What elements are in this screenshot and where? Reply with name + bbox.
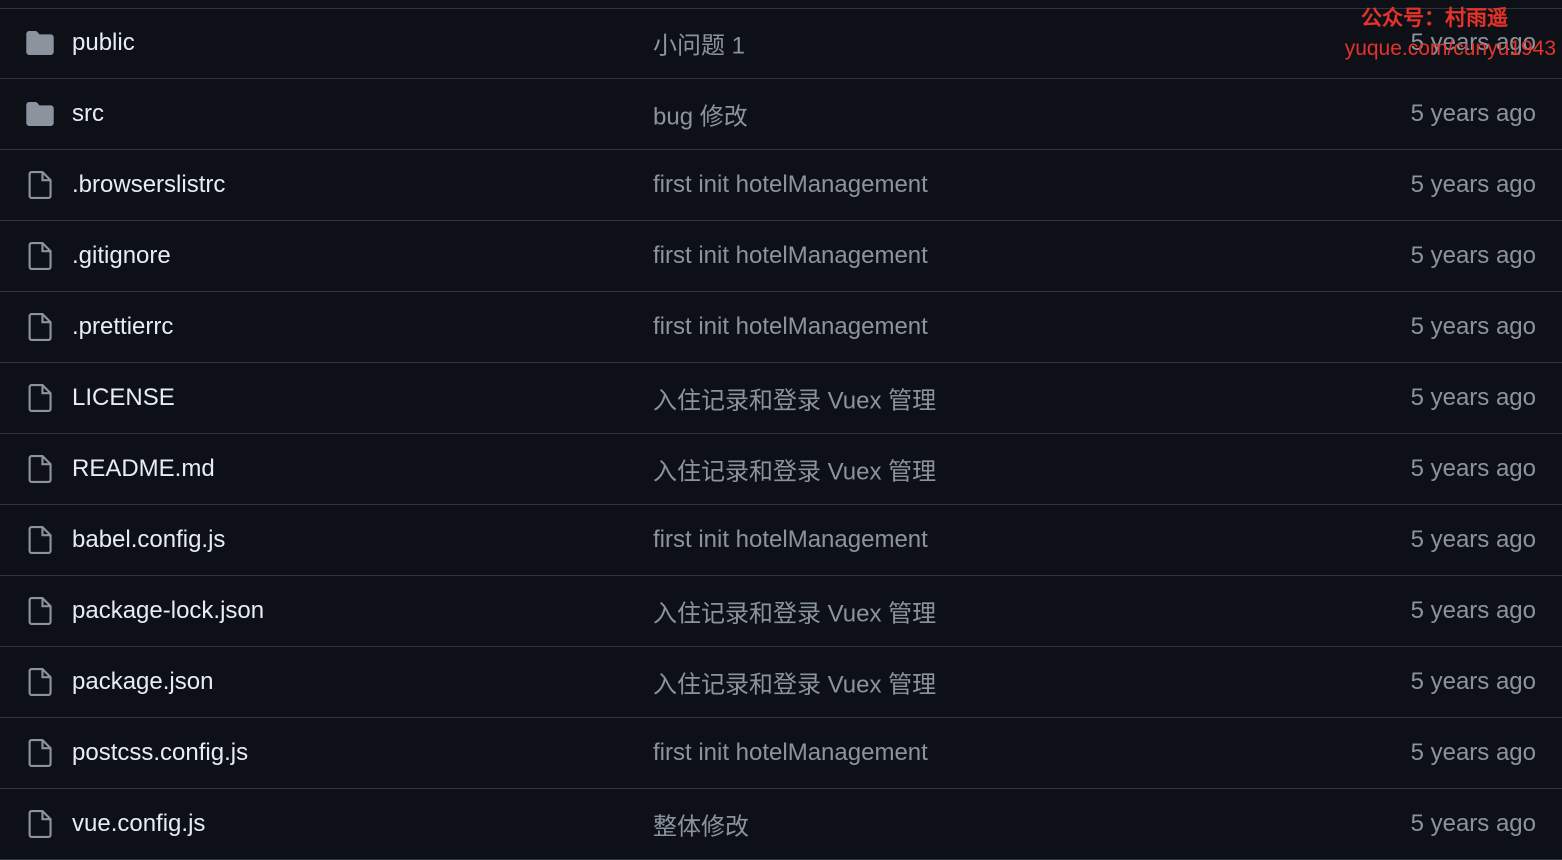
commit-age: 5 years ago — [1410, 171, 1536, 198]
commit-message-link[interactable]: first init hotelManagement — [653, 526, 928, 554]
file-icon — [26, 739, 54, 767]
file-name-link[interactable]: .gitignore — [72, 242, 171, 270]
file-icon-svg — [28, 171, 52, 199]
file-name-link[interactable]: vue.config.js — [72, 810, 205, 838]
file-icon-path — [28, 526, 52, 554]
file-icon-svg — [28, 739, 52, 767]
commit-age: 5 years ago — [1410, 597, 1536, 624]
file-row-prettierrc[interactable]: .prettierrc first init hotelManagement 5 y… — [0, 292, 1562, 363]
commit-message-link[interactable]: 入住记录和登录 Vuex 管理 — [653, 452, 936, 487]
file-name-link[interactable]: postcss.config.js — [72, 739, 248, 767]
commit-message-link[interactable]: 小问题 1 — [653, 26, 745, 61]
file-name-link[interactable]: .browserslistrc — [72, 171, 225, 199]
commit-age: 5 years ago — [1410, 455, 1536, 482]
file-name-link[interactable]: .prettierrc — [72, 313, 173, 341]
file-icon-svg — [28, 668, 52, 696]
folder-icon-svg — [26, 102, 54, 126]
folder-icon — [26, 29, 54, 57]
file-row-src[interactable]: src bug 修改 5 years ago — [0, 79, 1562, 150]
file-name-link[interactable]: package-lock.json — [72, 597, 264, 625]
file-icon-svg — [28, 384, 52, 412]
file-icon — [26, 597, 54, 625]
folder-icon — [26, 100, 54, 128]
folder-icon-path — [26, 31, 54, 55]
file-name-link[interactable]: README.md — [72, 455, 215, 483]
file-icon — [26, 384, 54, 412]
file-row-browserslistrc[interactable]: .browserslistrc first init hotelManagemen… — [0, 150, 1562, 221]
file-row-package-json[interactable]: package.json 入住记录和登录 Vuex 管理 5 years ago — [0, 647, 1562, 718]
file-row-readme-md[interactable]: README.md 入住记录和登录 Vuex 管理 5 years ago — [0, 434, 1562, 505]
file-icon-svg — [28, 455, 52, 483]
file-row-postcss-config-js[interactable]: postcss.config.js first init hotelManagem… — [0, 718, 1562, 789]
file-icon-path — [28, 242, 52, 270]
file-icon-path — [28, 739, 52, 767]
file-icon-path — [28, 455, 52, 483]
file-row-public[interactable]: public 小问题 1 5 years ago — [0, 8, 1562, 79]
file-name-link[interactable]: public — [72, 29, 135, 57]
commit-message-link[interactable]: 入住记录和登录 Vuex 管理 — [653, 665, 936, 700]
file-icon — [26, 526, 54, 554]
file-icon — [26, 810, 54, 838]
file-icon — [26, 668, 54, 696]
file-icon — [26, 313, 54, 341]
file-icon — [26, 171, 54, 199]
commit-message-link[interactable]: first init hotelManagement — [653, 242, 928, 270]
commit-age: 5 years ago — [1410, 526, 1536, 553]
file-name-link[interactable]: babel.config.js — [72, 526, 225, 554]
file-icon-path — [28, 384, 52, 412]
commit-age: 5 years ago — [1410, 810, 1536, 837]
file-row-vue-config-js[interactable]: vue.config.js 整体修改 5 years ago — [0, 789, 1562, 860]
commit-message-link[interactable]: bug 修改 — [653, 97, 748, 132]
commit-age: 5 years ago — [1410, 100, 1536, 127]
folder-icon-svg — [26, 31, 54, 55]
commit-message-link[interactable]: 入住记录和登录 Vuex 管理 — [653, 594, 936, 629]
file-icon — [26, 242, 54, 270]
commit-age: 5 years ago — [1410, 313, 1536, 340]
file-icon-svg — [28, 526, 52, 554]
file-icon — [26, 455, 54, 483]
file-row-license[interactable]: LICENSE 入住记录和登录 Vuex 管理 5 years ago — [0, 363, 1562, 434]
file-list: public 小问题 1 5 years ago src bug 修改 5 years a… — [0, 8, 1562, 860]
commit-age: 5 years ago — [1410, 384, 1536, 411]
file-icon-svg — [28, 810, 52, 838]
file-icon-svg — [28, 313, 52, 341]
commit-age: 5 years ago — [1410, 29, 1536, 56]
file-icon-path — [28, 668, 52, 696]
commit-message-link[interactable]: 整体修改 — [653, 807, 749, 842]
commit-message-link[interactable]: 入住记录和登录 Vuex 管理 — [653, 381, 936, 416]
file-icon-path — [28, 171, 52, 199]
commit-message-link[interactable]: first init hotelManagement — [653, 313, 928, 341]
file-row-gitignore[interactable]: .gitignore first init hotelManagement 5 ye… — [0, 221, 1562, 292]
file-icon-path — [28, 810, 52, 838]
file-name-link[interactable]: src — [72, 100, 104, 128]
file-icon-svg — [28, 597, 52, 625]
file-icon-path — [28, 597, 52, 625]
commit-age: 5 years ago — [1410, 739, 1536, 766]
file-icon-svg — [28, 242, 52, 270]
file-icon-path — [28, 313, 52, 341]
commit-age: 5 years ago — [1410, 668, 1536, 695]
file-row-package-lock-json[interactable]: package-lock.json 入住记录和登录 Vuex 管理 5 years … — [0, 576, 1562, 647]
commit-age: 5 years ago — [1410, 242, 1536, 269]
file-row-babel-config-js[interactable]: babel.config.js first init hotelManagemen… — [0, 505, 1562, 576]
commit-message-link[interactable]: first init hotelManagement — [653, 739, 928, 767]
folder-icon-path — [26, 102, 54, 126]
file-name-link[interactable]: package.json — [72, 668, 213, 696]
file-name-link[interactable]: LICENSE — [72, 384, 175, 412]
commit-message-link[interactable]: first init hotelManagement — [653, 171, 928, 199]
